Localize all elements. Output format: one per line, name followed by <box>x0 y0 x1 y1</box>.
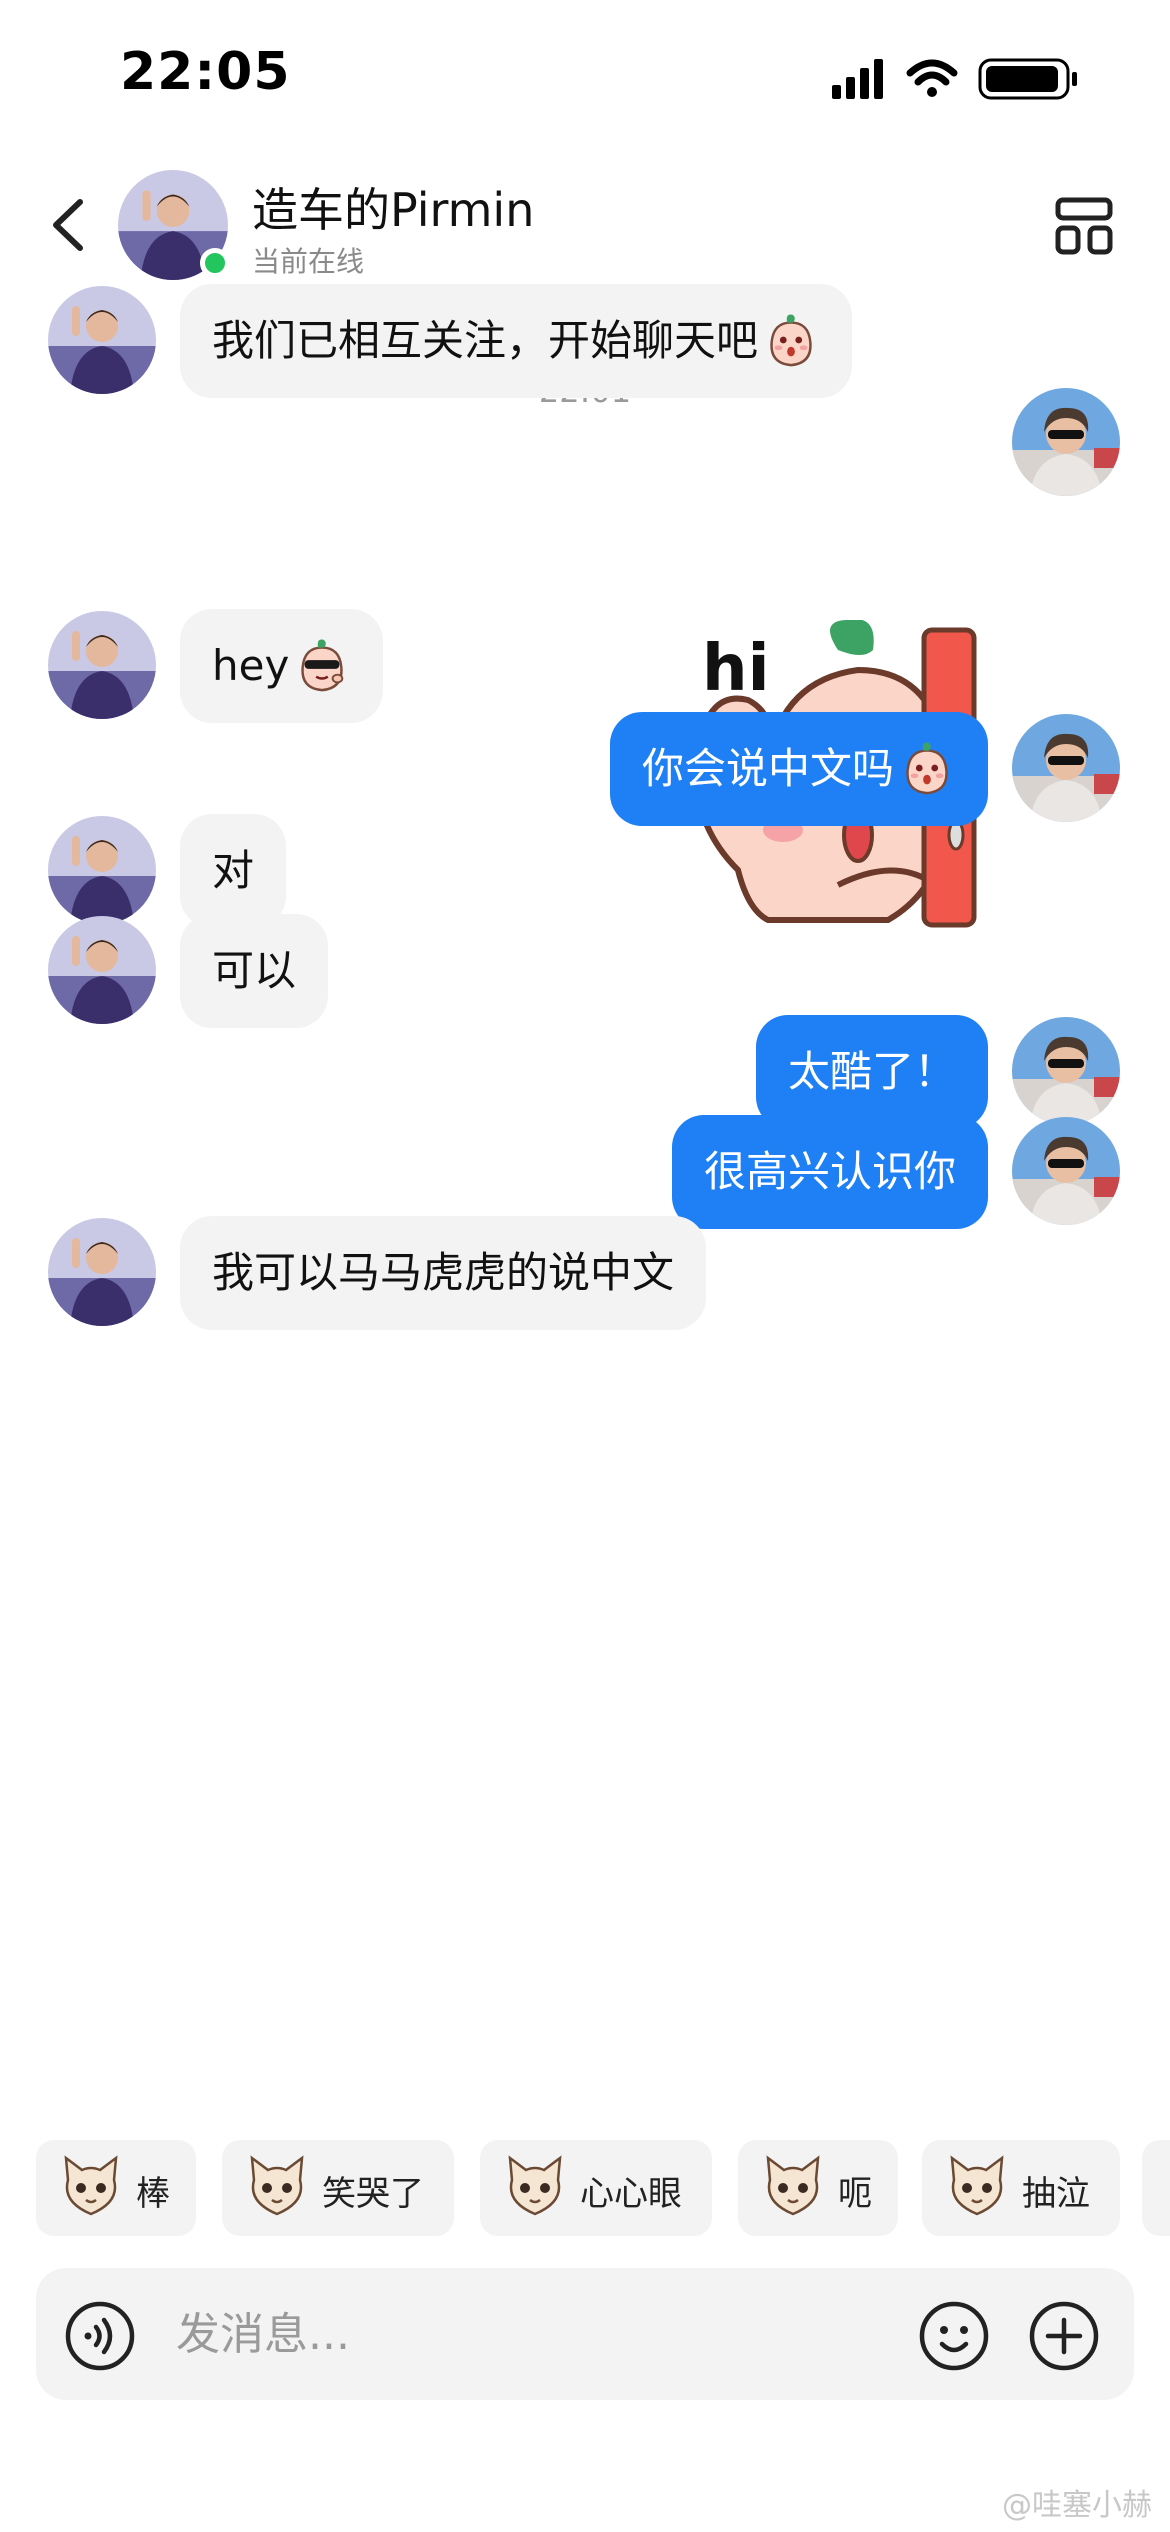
status-bar: 22:05 <box>0 0 1170 150</box>
outgoing-message-bubble[interactable]: 很高兴认识你 <box>671 1115 988 1229</box>
contact-status: 当前在线 <box>252 245 365 278</box>
wifi-icon <box>906 59 958 97</box>
quick-reaction-bar: 棒 笑哭了 心心眼 呃 抽泣 <box>36 2140 1170 2240</box>
online-indicator <box>200 248 230 278</box>
incoming-message-bubble[interactable]: 对 <box>180 814 287 928</box>
incoming-message-bubble[interactable]: 我可以马马虎虎的说中文 <box>180 1216 707 1330</box>
peach-sunglasses-emoji-icon <box>293 636 351 694</box>
message-text: 对 <box>212 846 255 895</box>
chat-header: 造车的Pirmin 当前在线 <box>0 150 1170 300</box>
quick-reaction-label: 心心眼 <box>580 2174 682 2214</box>
message-text: 可以 <box>212 946 297 995</box>
incoming-message-bubble[interactable]: hey <box>180 609 384 723</box>
quick-reaction-label: 棒 <box>136 2174 170 2214</box>
sobbing-cat-icon <box>944 2154 1010 2220</box>
sticker-text: hi <box>702 632 770 706</box>
quick-reaction-thumbs-up[interactable]: 棒 <box>36 2140 196 2236</box>
message-text: 我们已相互关注，开始聊天吧 <box>212 316 759 365</box>
my-avatar[interactable] <box>1012 714 1120 822</box>
contact-avatar-msg[interactable] <box>48 916 156 1024</box>
peach-emoji-icon <box>762 311 820 369</box>
quick-reaction-awkward[interactable]: 呃 <box>738 2140 898 2236</box>
awkward-cat-icon <box>760 2154 826 2220</box>
message-text: 你会说中文吗 <box>641 744 894 793</box>
outgoing-message-bubble[interactable]: 你会说中文吗 <box>609 712 988 826</box>
back-button[interactable] <box>40 190 100 260</box>
message-input[interactable] <box>176 2292 776 2376</box>
voice-input-button[interactable] <box>64 2300 136 2372</box>
emoji-button[interactable] <box>918 2300 990 2372</box>
watermark: @哇塞小赫 <box>1002 2488 1152 2523</box>
my-avatar[interactable] <box>1012 388 1120 496</box>
message-text: 太酷了！ <box>787 1047 956 1096</box>
contact-avatar-msg[interactable] <box>48 1218 156 1326</box>
incoming-message-bubble[interactable]: 可以 <box>180 914 329 1028</box>
quick-reaction-more[interactable] <box>1142 2140 1170 2236</box>
battery-icon <box>978 58 1077 100</box>
contact-avatar-msg[interactable] <box>48 286 156 394</box>
contact-avatar-msg[interactable] <box>48 816 156 924</box>
add-attachment-button[interactable] <box>1028 2300 1100 2372</box>
my-avatar[interactable] <box>1012 1117 1120 1225</box>
quick-reaction-sobbing[interactable]: 抽泣 <box>922 2140 1120 2236</box>
quick-reaction-laughing[interactable]: 笑哭了 <box>222 2140 454 2236</box>
outgoing-message-bubble[interactable]: 太酷了！ <box>755 1015 988 1129</box>
quick-reaction-heart-eyes[interactable]: 心心眼 <box>480 2140 712 2236</box>
message-input-bar <box>36 2268 1134 2400</box>
message-text: hey <box>212 641 290 690</box>
my-avatar[interactable] <box>1012 1017 1120 1125</box>
quick-reaction-label: 笑哭了 <box>322 2174 424 2214</box>
cellular-signal-icon <box>832 59 883 99</box>
message-text: 我可以马马虎虎的说中文 <box>212 1248 675 1297</box>
more-options-button[interactable] <box>1052 194 1116 258</box>
heart-eyes-cat-icon <box>502 2154 568 2220</box>
peach-emoji-icon <box>898 739 956 797</box>
laughing-cat-icon <box>244 2154 310 2220</box>
incoming-message-bubble[interactable]: 我们已相互关注，开始聊天吧 <box>180 284 853 398</box>
status-time: 22:05 <box>120 42 291 102</box>
thumbs-up-cat-icon <box>58 2154 124 2220</box>
message-text: 很高兴认识你 <box>703 1147 956 1196</box>
contact-name: 造车的Pirmin <box>252 183 535 237</box>
contact-avatar-msg[interactable] <box>48 611 156 719</box>
quick-reaction-label: 抽泣 <box>1022 2174 1090 2214</box>
status-icons <box>832 58 1077 100</box>
quick-reaction-label: 呃 <box>838 2174 872 2214</box>
